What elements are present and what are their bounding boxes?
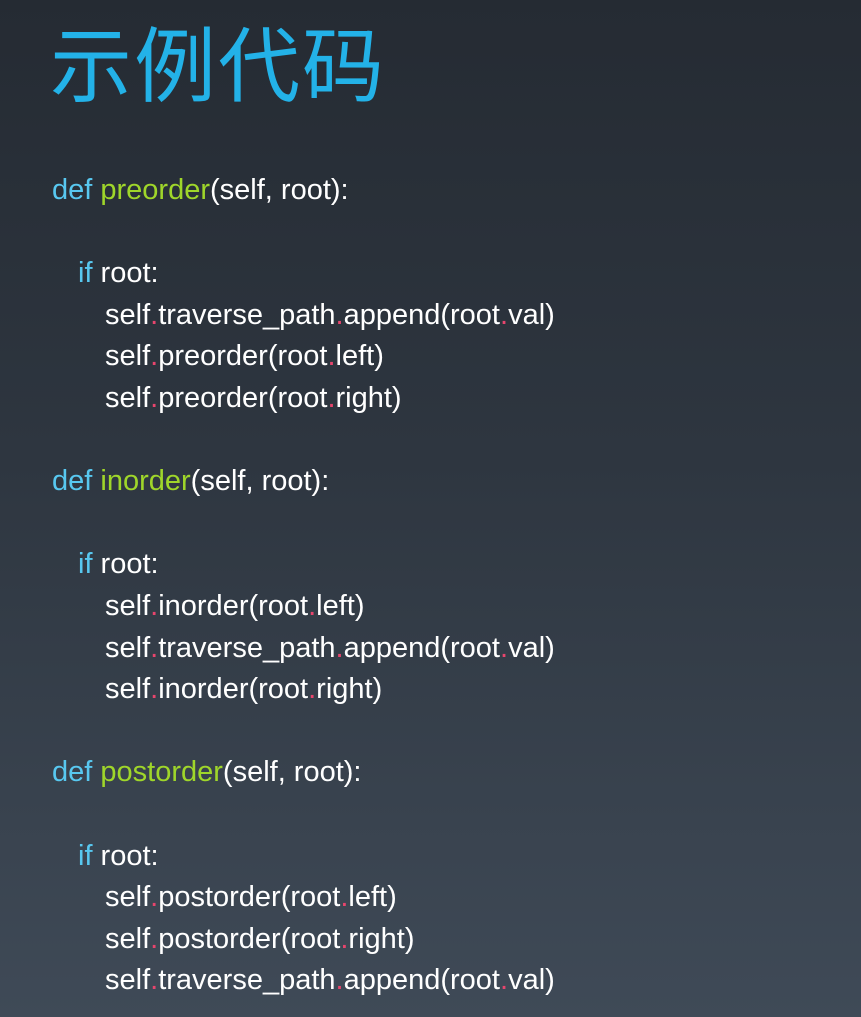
right-arg: right) (316, 673, 383, 706)
dot-token: . (327, 381, 336, 414)
keyword-if: if (78, 548, 93, 581)
dot-token: . (335, 298, 344, 331)
dot-token: . (150, 673, 159, 706)
code-line-append-val: self.traverse_path.append(root.val) (52, 295, 842, 337)
preorder-call: preorder(root (158, 381, 328, 414)
dot-token: . (150, 922, 159, 955)
append-call: append(root (343, 298, 500, 331)
code-line-if: if root: (52, 253, 842, 295)
function-name-inorder: inorder (100, 465, 191, 498)
keyword-def: def (52, 174, 93, 206)
slide: 示例代码 def preorder(self, root): if root: … (0, 0, 861, 1017)
self-token: self (105, 673, 151, 706)
right-arg: right) (348, 922, 415, 955)
self-token: self (105, 964, 151, 997)
code-line-if: if root: (52, 544, 842, 586)
self-token: self (105, 589, 151, 622)
dot-token: . (500, 298, 509, 331)
dot-token: . (150, 298, 159, 331)
code-block: def preorder(self, root): if root: self.… (52, 170, 842, 1002)
keyword-if: if (78, 839, 93, 872)
dot-token: . (150, 881, 159, 914)
code-line-if: if root: (52, 836, 842, 878)
function-name-preorder: preorder (100, 174, 211, 206)
if-condition: root: (92, 257, 159, 290)
self-token: self (105, 631, 151, 664)
traverse-path-token: traverse_path (158, 298, 336, 331)
dot-token: . (150, 631, 159, 664)
traverse-path-token: traverse_path (158, 631, 336, 664)
code-line-inorder-left: self.inorder(root.left) (52, 586, 842, 628)
self-token: self (105, 340, 151, 373)
keyword-if: if (78, 257, 93, 290)
val-arg: val) (508, 631, 555, 664)
code-line-preorder-right: self.preorder(root.right) (52, 378, 842, 420)
code-line-postorder-right: self.postorder(root.right) (52, 919, 842, 961)
dot-token: . (500, 964, 509, 997)
dot-token: . (308, 673, 317, 706)
dot-token: . (500, 631, 509, 664)
dot-token: . (335, 964, 344, 997)
dot-token: . (150, 381, 159, 414)
preorder-call: preorder(root (158, 340, 328, 373)
append-call: append(root (343, 631, 500, 664)
left-arg: left) (348, 881, 397, 914)
function-name-postorder: postorder (100, 756, 223, 789)
dot-token: . (150, 964, 159, 997)
traverse-path-token: traverse_path (158, 964, 336, 997)
self-token: self (105, 922, 151, 955)
keyword-def: def (52, 756, 93, 789)
code-line-def-postorder: def postorder(self, root): (52, 752, 842, 794)
left-arg: left) (316, 589, 365, 622)
dot-token: . (308, 589, 317, 622)
code-line-def-inorder: def inorder(self, root): (52, 461, 842, 503)
code-line-append-val: self.traverse_path.append(root.val) (52, 960, 842, 1002)
slide-title: 示例代码 (50, 20, 387, 115)
code-line-preorder-left: self.preorder(root.left) (52, 336, 842, 378)
append-call: append(root (343, 964, 500, 997)
params: (self, root): (210, 174, 349, 206)
self-token: self (105, 298, 151, 331)
postorder-call: postorder(root (158, 881, 341, 914)
self-token: self (105, 881, 151, 914)
val-arg: val) (508, 964, 555, 997)
dot-token: . (327, 340, 336, 373)
left-arg: left) (335, 340, 384, 373)
if-condition: root: (92, 839, 159, 872)
dot-token: . (335, 631, 344, 664)
params: (self, root): (222, 756, 362, 789)
if-condition: root: (92, 548, 159, 581)
dot-token: . (150, 589, 159, 622)
inorder-call: inorder(root (158, 589, 309, 622)
self-token: self (105, 381, 151, 414)
val-arg: val) (508, 298, 555, 331)
keyword-def: def (52, 465, 93, 498)
code-line-inorder-right: self.inorder(root.right) (52, 669, 842, 711)
right-arg: right) (335, 381, 402, 414)
dot-token: . (150, 340, 159, 373)
code-line-postorder-left: self.postorder(root.left) (52, 877, 842, 919)
params: (self, root): (190, 465, 330, 498)
code-line-def-preorder: def preorder(self, root): (52, 170, 842, 212)
postorder-call: postorder(root (158, 922, 341, 955)
code-line-append-val: self.traverse_path.append(root.val) (52, 628, 842, 670)
inorder-call: inorder(root (158, 673, 309, 706)
